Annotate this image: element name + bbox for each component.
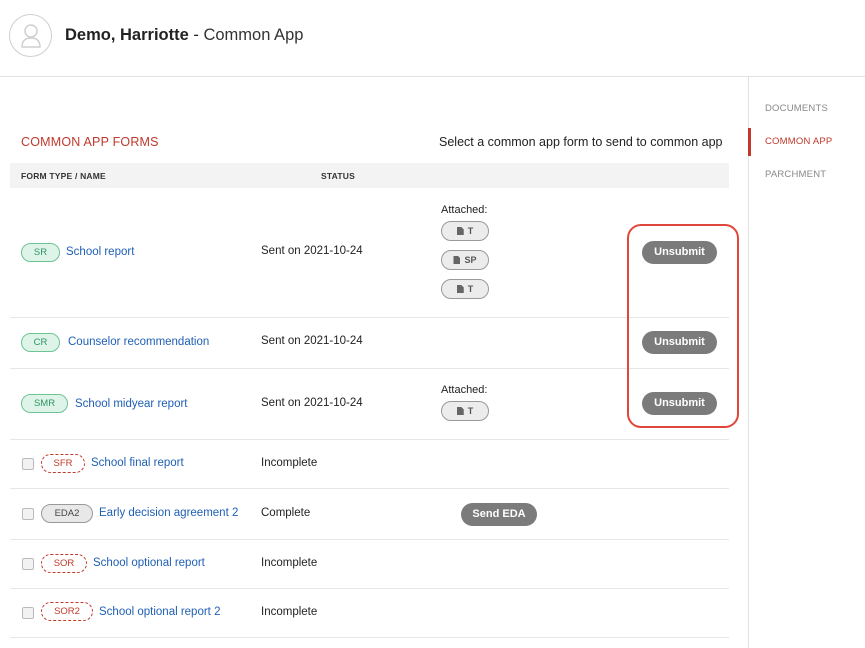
form-status: Sent on 2021-10-24 (261, 245, 363, 257)
form-status: Complete (261, 507, 311, 519)
row-checkbox[interactable] (22, 508, 34, 520)
table-row: EDA2 Early decision agreement 2 Complete… (10, 489, 729, 540)
form-status: Sent on 2021-10-24 (261, 397, 363, 409)
table-row: SMR School midyear report Sent on 2021-1… (10, 369, 729, 440)
document-icon (453, 256, 461, 264)
table-header: FORM TYPE / NAME STATUS (10, 163, 729, 188)
form-code-badge: CR (21, 333, 60, 352)
row-checkbox[interactable] (22, 558, 34, 570)
sidebar-item-parchment[interactable]: PARCHMENT (765, 169, 826, 180)
page-header: Demo, Harriotte - Common App (0, 0, 865, 77)
attached-label: Attached: (441, 204, 488, 216)
attachment-pill[interactable]: T (441, 221, 489, 241)
form-link-school-final-report[interactable]: School final report (91, 457, 184, 469)
table-row: CR Counselor recommendation Sent on 2021… (10, 318, 729, 369)
user-avatar-icon (9, 14, 52, 57)
document-icon (456, 227, 464, 235)
form-link-counselor-recommendation[interactable]: Counselor recommendation (68, 336, 209, 348)
attachment-label: T (467, 406, 474, 416)
attachment-pill[interactable]: SP (441, 250, 489, 270)
section-hint: Select a common app form to send to comm… (439, 135, 723, 149)
table-row: SOR2 School optional report 2 Incomplete (10, 589, 729, 638)
form-status: Incomplete (261, 557, 318, 569)
student-name: Demo, Harriotte (65, 26, 189, 44)
document-icon (456, 285, 464, 293)
app-name: Common App (203, 26, 304, 44)
form-code-badge: SOR (41, 554, 87, 573)
attachment-label: T (467, 284, 474, 294)
send-eda-button[interactable]: Send EDA (461, 503, 537, 526)
form-code-badge: SMR (21, 394, 68, 413)
unsubmit-highlight-box (627, 224, 739, 428)
row-checkbox[interactable] (22, 458, 34, 470)
form-link-school-optional-report[interactable]: School optional report (93, 557, 205, 569)
form-link-school-midyear-report[interactable]: School midyear report (75, 398, 188, 410)
sidebar-item-documents[interactable]: DOCUMENTS (765, 103, 828, 114)
column-header-status: STATUS (321, 171, 355, 181)
attachment-label: T (467, 226, 474, 236)
attached-label: Attached: (441, 384, 488, 396)
sidebar-item-common-app[interactable]: COMMON APP (765, 136, 832, 147)
form-link-school-report[interactable]: School report (66, 246, 134, 258)
table-row: SFR School final report Incomplete (10, 440, 729, 489)
attachment-pill[interactable]: T (441, 279, 489, 299)
form-code-badge: SOR2 (41, 602, 93, 621)
form-code-badge: SFR (41, 454, 85, 473)
form-code-badge: SR (21, 243, 60, 262)
attachment-label: SP (464, 255, 477, 265)
table-row: SR School report Sent on 2021-10-24 Atta… (10, 188, 729, 318)
title-separator: - (188, 26, 204, 44)
page-title: Demo, Harriotte - Common App (65, 26, 303, 45)
document-icon (456, 407, 464, 415)
form-status: Sent on 2021-10-24 (261, 335, 363, 347)
table-row: SOR School optional report Incomplete (10, 540, 729, 589)
section-title: COMMON APP FORMS (21, 135, 159, 149)
row-checkbox[interactable] (22, 607, 34, 619)
attachment-pill[interactable]: T (441, 401, 489, 421)
sidebar: DOCUMENTS COMMON APP PARCHMENT (748, 77, 865, 648)
form-status: Incomplete (261, 606, 318, 618)
column-header-form: FORM TYPE / NAME (21, 171, 106, 181)
form-link-school-optional-report-2[interactable]: School optional report 2 (99, 606, 220, 618)
sidebar-active-indicator (748, 128, 751, 156)
form-code-badge: EDA2 (41, 504, 93, 523)
form-link-early-decision-agreement-2[interactable]: Early decision agreement 2 (99, 507, 238, 519)
form-status: Incomplete (261, 457, 318, 469)
